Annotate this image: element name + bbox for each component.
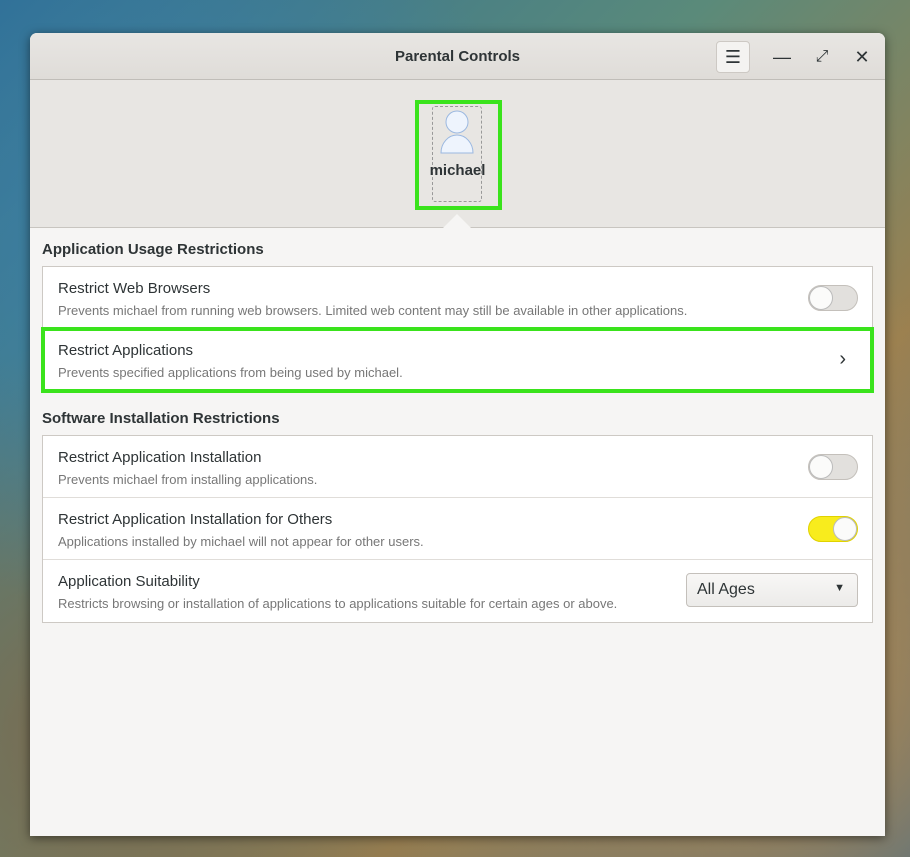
minimize-button[interactable]: —: [765, 41, 799, 73]
window-title: Parental Controls: [394, 48, 521, 65]
row-title: Restrict Application Installation: [58, 449, 262, 466]
section-title: Software Installation Restrictions: [42, 410, 280, 427]
row-subtitle: Prevents michael from running web browse…: [58, 303, 688, 318]
row-title: Restrict Application Installation for Ot…: [58, 511, 333, 528]
row-title: Restrict Applications: [58, 342, 194, 359]
row-restrict-app-installation: Restrict Application Installation Preven…: [43, 436, 872, 498]
suitability-dropdown[interactable]: All Ages ▼: [686, 573, 858, 607]
row-restrict-applications[interactable]: Restrict Applications Prevents specified…: [41, 327, 874, 393]
row-title: Restrict Web Browsers: [58, 280, 211, 297]
dropdown-value: All Ages: [697, 581, 755, 598]
row-subtitle: Prevents specified applications from bei…: [58, 365, 403, 380]
restrict-web-browsers-toggle[interactable]: [808, 285, 858, 311]
maximize-button[interactable]: ⤢: [805, 41, 839, 73]
row-restrict-install-for-others: Restrict Application Installation for Ot…: [43, 498, 872, 560]
selection-notch: [443, 214, 471, 228]
section-title: Application Usage Restrictions: [42, 241, 264, 258]
hamburger-menu-button[interactable]: ☰: [716, 41, 750, 73]
dropdown-arrow-icon: ▼: [834, 582, 845, 594]
highlight-box: [41, 327, 874, 393]
close-button[interactable]: ✕: [845, 41, 879, 73]
user-avatar-icon: [440, 110, 474, 154]
row-subtitle: Prevents michael from installing applica…: [58, 472, 318, 487]
restrict-install-for-others-toggle[interactable]: [808, 516, 858, 542]
parental-controls-window: Parental Controls ☰ — ⤢ ✕ michael Applic…: [30, 33, 885, 836]
row-subtitle: Applications installed by michael will n…: [58, 534, 424, 549]
row-restrict-web-browsers: Restrict Web Browsers Prevents michael f…: [43, 267, 872, 329]
user-name: michael: [429, 162, 486, 179]
software-installation-list: Restrict Application Installation Preven…: [42, 435, 873, 623]
app-usage-list: Restrict Web Browsers Prevents michael f…: [41, 266, 874, 393]
restrict-app-installation-toggle[interactable]: [808, 454, 858, 480]
chevron-right-icon: ›: [839, 348, 846, 370]
row-application-suitability: Application Suitability Restricts browsi…: [43, 560, 872, 622]
title-bar: Parental Controls ☰ — ⤢ ✕: [30, 33, 885, 80]
